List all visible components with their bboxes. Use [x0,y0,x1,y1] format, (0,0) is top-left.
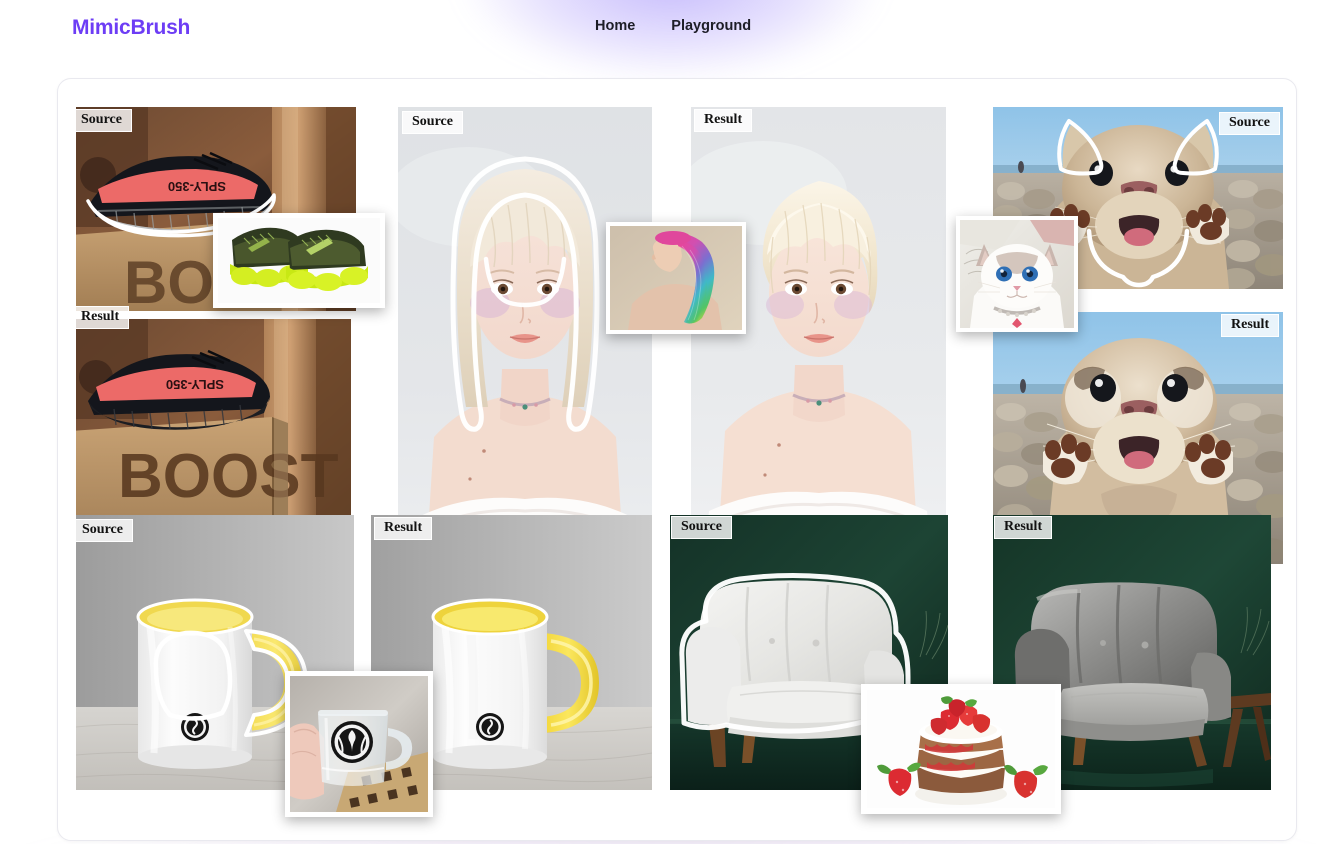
hair-reference-art [610,226,742,330]
navbar: MimicBrush Home Playground [0,0,1342,56]
gallery-card: BOOS SPLY-350 Source [57,78,1297,841]
hair-source-label: Source [402,111,463,135]
brand-logo[interactable]: MimicBrush [72,16,190,40]
svg-text:BOOST: BOOST [118,442,339,511]
sneaker-reference-image [218,218,380,303]
hair-source-art [398,107,652,564]
mug-result-label: Result [374,517,433,541]
sneaker-source-label: Source [71,109,132,133]
nav-link-playground[interactable]: Playground [671,18,751,34]
sofa-reference-image [867,690,1055,808]
otter-source-label: Source [1219,112,1280,136]
svg-text:SPLY-350: SPLY-350 [168,179,226,194]
svg-text:SPLY-350: SPLY-350 [166,377,224,392]
otter-reference-image [960,220,1074,328]
hair-source-image[interactable] [398,107,652,564]
otter-result-label: Result [1221,314,1280,338]
mug-reference-card[interactable] [285,671,433,817]
nav-links: Home Playground [595,18,751,34]
hair-result-image[interactable] [691,107,946,564]
mug-source-label: Source [72,519,133,543]
mug-reference-art [290,676,428,812]
mug-reference-image [290,676,428,812]
sneaker-reference-card[interactable] [213,213,385,308]
sneaker-reference-art [218,218,380,303]
hair-reference-image [610,226,742,330]
sofa-reference-art [867,690,1055,808]
sofa-source-label: Source [671,516,732,540]
nav-link-home[interactable]: Home [595,18,635,34]
gallery-grid: BOOS SPLY-350 Source [58,79,1296,840]
sofa-result-label: Result [994,516,1053,540]
hair-reference-card[interactable] [606,222,746,334]
sofa-reference-card[interactable] [861,684,1061,814]
otter-reference-art [960,220,1074,328]
hair-result-label: Result [694,109,753,133]
otter-reference-card[interactable] [956,216,1078,332]
sneaker-result-label: Result [71,306,130,330]
hair-result-art [691,107,946,564]
